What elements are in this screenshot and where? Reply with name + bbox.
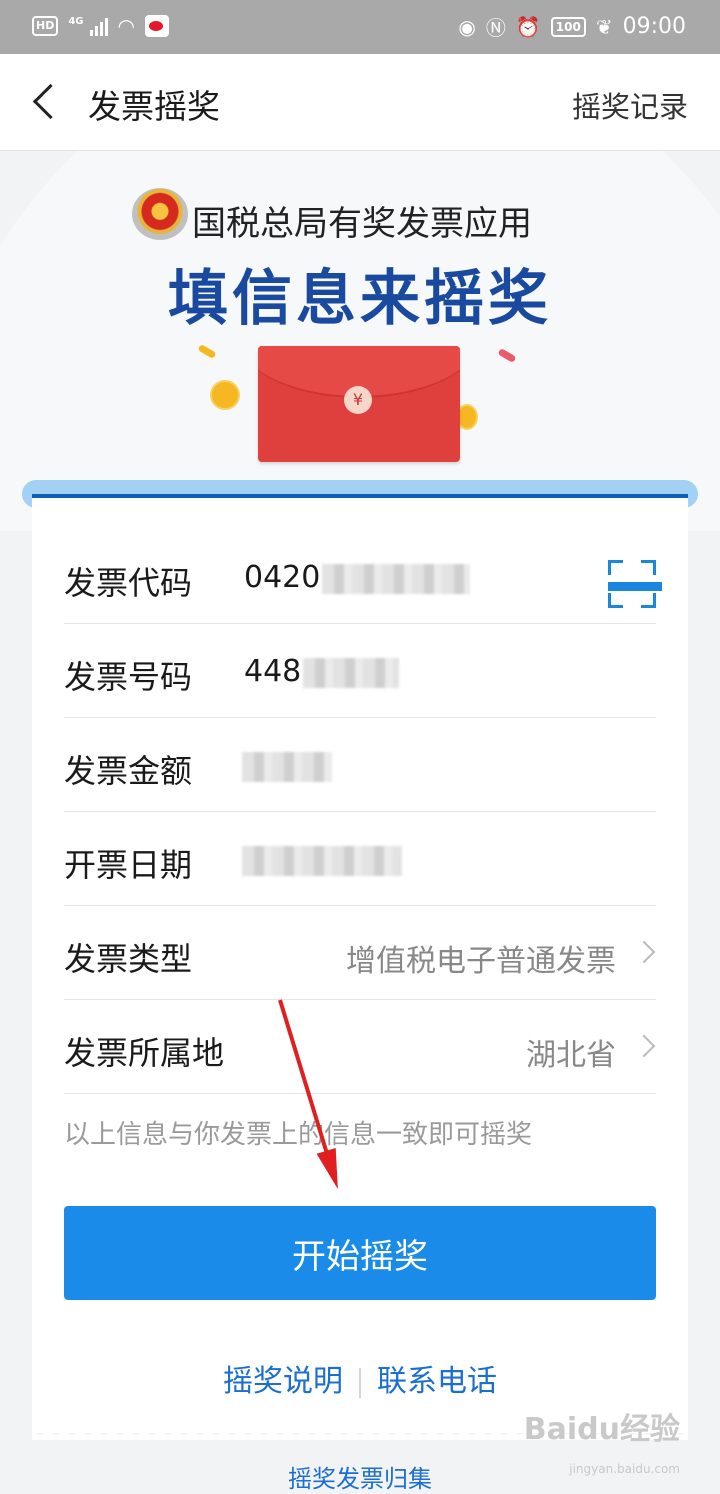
leaf-icon: ❦ bbox=[595, 14, 613, 39]
chevron-right-icon bbox=[632, 1034, 656, 1058]
contact-phone-link[interactable]: 联系电话 bbox=[377, 1364, 497, 1399]
invoice-date-row[interactable]: 开票日期 bbox=[64, 812, 656, 906]
wifi-icon: ◠ bbox=[117, 14, 135, 38]
invoice-region-row[interactable]: 发票所属地 湖北省 bbox=[64, 1000, 656, 1094]
invoice-code-field[interactable]: 0420 bbox=[244, 560, 471, 595]
form-hint: 以上信息与你发票上的信息一致即可摇奖 bbox=[64, 1120, 533, 1150]
invoice-code-value: 0420 bbox=[244, 560, 321, 595]
weibo-icon bbox=[144, 15, 169, 37]
invoice-number-field[interactable]: 448 bbox=[244, 654, 400, 689]
app-name: 国税总局有奖发票应用 bbox=[192, 204, 532, 244]
invoice-amount-field[interactable] bbox=[240, 748, 332, 783]
invoice-region-label: 发票所属地 bbox=[64, 1034, 225, 1072]
invoice-type-label: 发票类型 bbox=[64, 940, 193, 978]
national-emblem-icon bbox=[132, 188, 188, 240]
status-left: HD 4G ◠ bbox=[32, 14, 169, 38]
masked-text bbox=[242, 751, 332, 782]
baidu-watermark: Baidu经验 bbox=[523, 1412, 680, 1447]
masked-text bbox=[303, 657, 400, 688]
invoice-amount-label: 发票金额 bbox=[64, 752, 193, 790]
invoice-date-label: 开票日期 bbox=[64, 846, 193, 884]
chevron-right-icon bbox=[632, 940, 656, 964]
alarm-icon: ⏰ bbox=[515, 14, 541, 39]
masked-text bbox=[322, 563, 471, 594]
clock: 09:00 bbox=[622, 14, 686, 39]
battery-icon: 100 bbox=[550, 16, 586, 37]
red-envelope-icon: ¥ bbox=[258, 346, 460, 462]
invoice-number-label: 发票号码 bbox=[64, 658, 193, 696]
link-divider bbox=[359, 1367, 361, 1398]
draw-rules-link[interactable]: 摇奖说明 bbox=[223, 1364, 343, 1399]
status-right: ◉ Ⓝ ⏰ 100 ❦ 09:00 bbox=[458, 12, 686, 41]
signal-icon bbox=[89, 16, 108, 36]
page-title: 发票摇奖 bbox=[88, 87, 220, 126]
status-bar: HD 4G ◠ ◉ Ⓝ ⏰ 100 ❦ 09:00 bbox=[0, 0, 720, 54]
baidu-watermark-url: jingyan.baidu.com bbox=[569, 1462, 680, 1476]
hd-badge: HD bbox=[32, 16, 59, 36]
footer-links: 摇奖说明 联系电话 bbox=[0, 1356, 720, 1400]
invoice-number-row[interactable]: 发票号码 448 bbox=[64, 624, 656, 718]
nfc-icon: Ⓝ bbox=[485, 16, 506, 40]
gold-coin-icon bbox=[210, 380, 240, 410]
envelope-seal: ¥ bbox=[344, 386, 372, 414]
invoice-type-row[interactable]: 发票类型 增值税电子普通发票 bbox=[64, 906, 656, 1000]
invoice-number-value: 448 bbox=[244, 654, 302, 689]
invoice-date-field[interactable] bbox=[240, 842, 402, 877]
invoice-type-select[interactable]: 增值税电子普通发票 bbox=[346, 936, 616, 980]
nav-bar: 发票摇奖 摇奖记录 bbox=[0, 54, 720, 151]
invoice-code-row[interactable]: 发票代码 0420 bbox=[64, 530, 662, 624]
back-arrow-icon[interactable] bbox=[22, 76, 72, 126]
draw-record-link[interactable]: 摇奖记录 bbox=[572, 84, 688, 126]
invoice-region-select[interactable]: 湖北省 bbox=[526, 1030, 616, 1074]
start-draw-button[interactable]: 开始摇奖 bbox=[64, 1206, 656, 1300]
slogan: 填信息来摇奖 bbox=[168, 264, 552, 334]
scan-icon[interactable] bbox=[608, 560, 662, 608]
invoice-amount-row[interactable]: 发票金额 bbox=[64, 718, 656, 812]
network-type: 4G bbox=[68, 15, 84, 27]
eye-icon: ◉ bbox=[458, 14, 476, 39]
masked-text bbox=[242, 845, 402, 876]
invoice-code-label: 发票代码 bbox=[64, 564, 193, 602]
